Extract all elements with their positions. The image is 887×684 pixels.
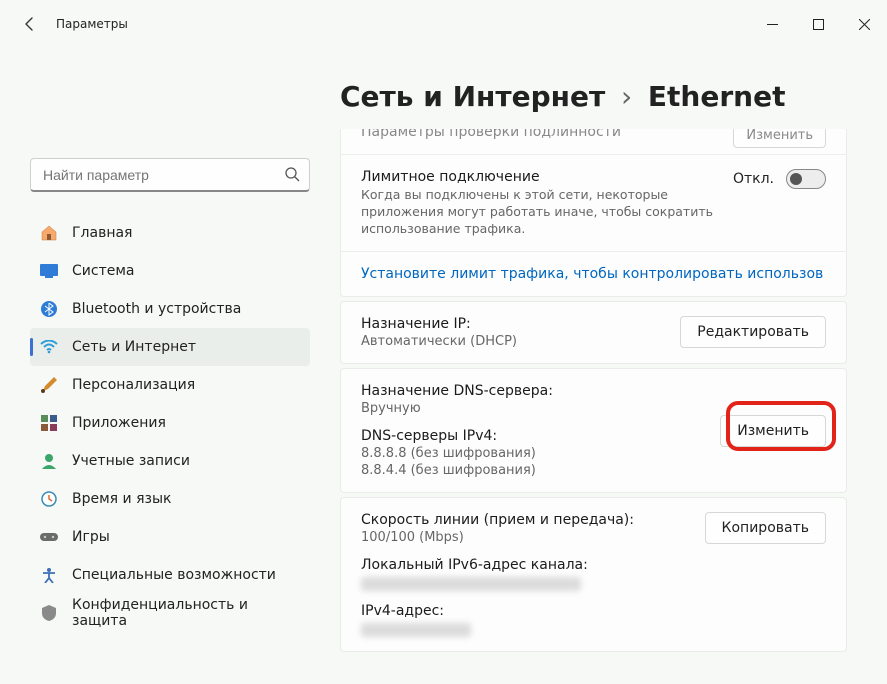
maximize-button[interactable] xyxy=(795,0,841,48)
search-icon xyxy=(284,166,300,186)
sidebar-item-label: Учетные записи xyxy=(72,453,190,469)
sidebar-item-bluetooth[interactable]: Bluetooth и устройства xyxy=(30,290,310,328)
sidebar-item-label: Сеть и Интернет xyxy=(72,339,196,355)
brush-icon xyxy=(40,376,58,394)
minimize-button[interactable] xyxy=(749,0,795,48)
sidebar-item-label: Специальные возможности xyxy=(72,567,276,583)
accessibility-icon xyxy=(40,566,58,584)
back-button[interactable] xyxy=(20,14,40,34)
sidebar-item-personalization[interactable]: Персонализация xyxy=(30,366,310,404)
sidebar-item-label: Система xyxy=(72,263,134,279)
home-icon xyxy=(40,224,58,242)
card-ip: Назначение IP: Автоматически (DHCP) Реда… xyxy=(340,301,847,364)
auth-edit-button[interactable]: Изменить xyxy=(733,129,826,148)
ip-label: Назначение IP: xyxy=(361,316,666,332)
sidebar-item-label: Время и язык xyxy=(72,491,171,507)
metered-desc: Когда вы подключены к этой сети, некотор… xyxy=(361,187,719,238)
metered-title: Лимитное подключение xyxy=(361,169,719,185)
breadcrumb-leaf: Ethernet xyxy=(648,80,786,113)
apps-icon xyxy=(40,414,58,432)
auth-title: Параметры проверки подлинности xyxy=(361,129,719,140)
settings-panel[interactable]: Параметры проверки подлинности Изменить … xyxy=(340,129,853,684)
gamepad-icon xyxy=(40,528,58,546)
ipv4-addr-value-redacted xyxy=(361,623,471,637)
ip-edit-button[interactable]: Редактировать xyxy=(680,316,826,348)
card-speed: Скорость линии (прием и передача): 100/1… xyxy=(340,497,847,652)
sidebar-item-label: Bluetooth и устройства xyxy=(72,301,241,317)
search-input[interactable] xyxy=(30,158,310,192)
set-data-limit-link[interactable]: Установите лимит трафика, чтобы контроли… xyxy=(341,251,846,296)
dns-ipv4-label: DNS-серверы IPv4: xyxy=(361,428,706,444)
toggle-state: Откл. xyxy=(733,171,774,187)
copy-button[interactable]: Копировать xyxy=(705,512,826,544)
card-auth-metered: Параметры проверки подлинности Изменить … xyxy=(340,129,847,298)
card-dns: Назначение DNS-сервера: Вручную DNS-серв… xyxy=(340,368,847,493)
dns-value: Вручную xyxy=(361,401,706,416)
metered-toggle[interactable] xyxy=(786,169,826,189)
breadcrumb-root[interactable]: Сеть и Интернет xyxy=(340,80,605,113)
ipv4-addr-label: IPv4-адрес: xyxy=(361,603,691,619)
wifi-icon xyxy=(40,338,58,356)
sidebar-item-time[interactable]: Время и язык xyxy=(30,480,310,518)
ipv6-local-value-redacted xyxy=(361,577,581,591)
sidebar-item-accessibility[interactable]: Специальные возможности xyxy=(30,556,310,594)
clock-icon xyxy=(40,490,58,508)
content: Сеть и Интернет › Ethernet Параметры про… xyxy=(320,48,887,684)
speed-value: 100/100 (Mbps) xyxy=(361,530,691,545)
sidebar-item-label: Главная xyxy=(72,225,132,241)
dns-edit-button[interactable]: Изменить xyxy=(720,415,826,447)
breadcrumb: Сеть и Интернет › Ethernet xyxy=(340,82,853,113)
sidebar-item-label: Конфиденциальность и защита xyxy=(72,597,300,629)
sidebar: Главная Система Bluetooth и устройства С… xyxy=(0,48,320,684)
sidebar-item-system[interactable]: Система xyxy=(30,252,310,290)
ip-value: Автоматически (DHCP) xyxy=(361,334,666,349)
titlebar: Параметры xyxy=(0,0,887,48)
dns-ipv4-value-2: 8.8.4.4 (без шифрования) xyxy=(361,463,706,478)
sidebar-item-label: Персонализация xyxy=(72,377,195,393)
sidebar-item-label: Приложения xyxy=(72,415,166,431)
shield-icon xyxy=(40,604,58,622)
sidebar-item-gaming[interactable]: Игры xyxy=(30,518,310,556)
ipv6-local-label: Локальный IPv6-адрес канала: xyxy=(361,557,691,573)
system-icon xyxy=(40,262,58,280)
sidebar-item-accounts[interactable]: Учетные записи xyxy=(30,442,310,480)
close-button[interactable] xyxy=(841,0,887,48)
sidebar-item-privacy[interactable]: Конфиденциальность и защита xyxy=(30,594,310,632)
window-title: Параметры xyxy=(56,17,128,31)
sidebar-item-home[interactable]: Главная xyxy=(30,214,310,252)
dns-label: Назначение DNS-сервера: xyxy=(361,383,706,399)
dns-ipv4-value-1: 8.8.8.8 (без шифрования) xyxy=(361,446,706,461)
bluetooth-icon xyxy=(40,300,58,318)
speed-label: Скорость линии (прием и передача): xyxy=(361,512,691,528)
sidebar-item-network[interactable]: Сеть и Интернет xyxy=(30,328,310,366)
chevron-right-icon: › xyxy=(621,80,632,113)
sidebar-item-label: Игры xyxy=(72,529,110,545)
sidebar-item-apps[interactable]: Приложения xyxy=(30,404,310,442)
person-icon xyxy=(40,452,58,470)
